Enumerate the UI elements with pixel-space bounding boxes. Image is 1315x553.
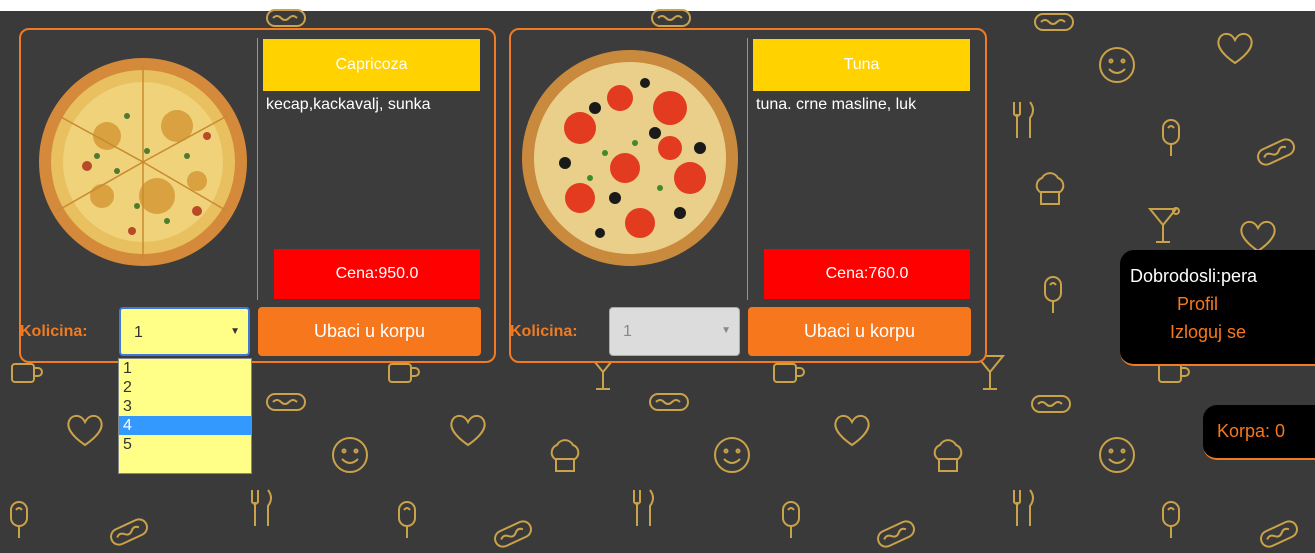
mug-icon xyxy=(11,363,43,383)
quantity-label: Kolicina: xyxy=(510,323,578,340)
chef-hat-icon xyxy=(550,439,580,472)
product-description: tuna. crne masline, luk xyxy=(756,96,917,113)
smiley-icon xyxy=(714,437,750,473)
quantity-dropdown-list: 1 2 3 4 5 xyxy=(118,358,252,474)
hotdog-icon xyxy=(649,393,689,411)
hotdog-icon xyxy=(494,520,532,548)
hotdog-icon xyxy=(651,9,691,27)
cart-button[interactable]: Korpa: 0 xyxy=(1203,405,1315,460)
add-to-cart-button[interactable]: Ubaci u korpu xyxy=(748,307,971,356)
add-to-cart-button[interactable]: Ubaci u korpu xyxy=(258,307,481,356)
dropdown-option[interactable]: 5 xyxy=(119,435,251,454)
cutlery-icon xyxy=(633,489,654,526)
pizza-tuna-image xyxy=(522,50,738,266)
dropdown-option[interactable]: 2 xyxy=(119,378,251,397)
cutlery-icon xyxy=(1013,101,1034,138)
product-title: Capricoza xyxy=(263,39,480,91)
ice-cream-icon xyxy=(1162,119,1180,156)
product-price: Cena:950.0 xyxy=(274,249,480,299)
product-title: Tuna xyxy=(753,39,970,91)
smiley-icon xyxy=(332,437,368,473)
quantity-select[interactable]: 1 ▼ xyxy=(609,307,740,356)
quantity-select-value: 1 xyxy=(623,323,632,340)
product-image-area xyxy=(21,38,258,300)
heart-icon xyxy=(67,414,103,447)
hotdog-icon xyxy=(266,9,306,27)
cutlery-icon xyxy=(1013,489,1034,526)
hotdog-icon xyxy=(1260,520,1298,548)
product-card: Tuna tuna. crne masline, luk Cena:760.0 … xyxy=(509,28,987,363)
quantity-select[interactable]: 1 ▼ xyxy=(119,307,250,356)
product-description: kecap,kackavalj, sunka xyxy=(266,96,431,113)
profile-link[interactable]: Profil xyxy=(1177,294,1218,315)
hotdog-icon xyxy=(266,393,306,411)
dropdown-option-highlighted[interactable]: 4 xyxy=(119,416,251,435)
hotdog-icon xyxy=(1257,138,1295,166)
ice-cream-icon xyxy=(398,501,416,538)
welcome-text: Dobrodosli:pera xyxy=(1130,266,1258,286)
hotdog-icon xyxy=(877,520,915,548)
chef-hat-icon xyxy=(933,439,963,472)
ice-cream-icon xyxy=(10,501,28,538)
cutlery-icon xyxy=(251,489,272,526)
dropdown-arrow-icon: ▼ xyxy=(230,326,240,337)
heart-icon xyxy=(834,414,870,447)
ice-cream-icon xyxy=(1044,276,1062,313)
ice-cream-icon xyxy=(782,501,800,538)
smiley-icon xyxy=(1099,437,1135,473)
hotdog-icon xyxy=(1031,395,1071,413)
dropdown-arrow-icon: ▼ xyxy=(721,325,731,336)
dropdown-option[interactable]: 1 xyxy=(119,359,251,378)
cocktail-icon xyxy=(1147,207,1180,243)
chef-hat-icon xyxy=(1035,172,1065,205)
product-price: Cena:760.0 xyxy=(764,249,970,299)
heart-icon xyxy=(1240,220,1276,253)
product-card: Capricoza kecap,kackavalj, sunka Cena:95… xyxy=(19,28,496,363)
mug-icon xyxy=(388,363,420,383)
logout-link[interactable]: Izloguj se xyxy=(1170,322,1246,343)
hotdog-icon xyxy=(1034,13,1074,31)
heart-icon xyxy=(1217,32,1253,65)
dropdown-option[interactable]: 3 xyxy=(119,397,251,416)
product-image-area xyxy=(511,38,748,300)
cart-label: Korpa: 0 xyxy=(1217,421,1286,441)
quantity-select-value: 1 xyxy=(134,324,143,341)
hotdog-icon xyxy=(110,518,148,546)
user-panel: Dobrodosli:pera Profil Izloguj se xyxy=(1120,250,1315,366)
pizza-capricciosa-image xyxy=(39,58,247,266)
heart-icon xyxy=(450,414,486,447)
mug-icon xyxy=(773,363,805,383)
smiley-icon xyxy=(1099,47,1135,83)
quantity-label: Kolicina: xyxy=(20,323,88,340)
ice-cream-icon xyxy=(1162,501,1180,538)
